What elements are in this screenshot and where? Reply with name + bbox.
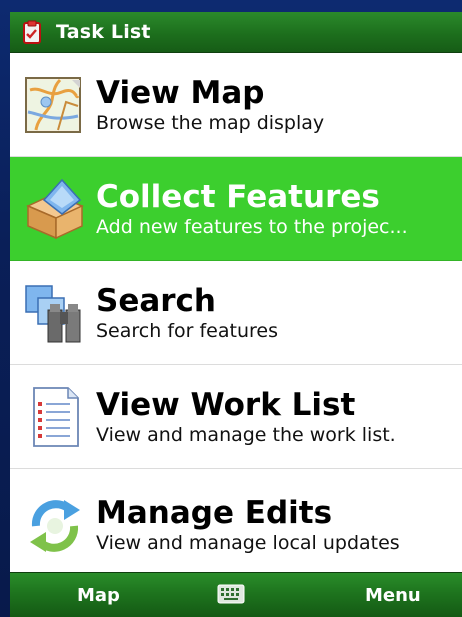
task-item-view-map[interactable]: View Map Browse the map display	[10, 53, 462, 157]
sync-arrows-icon	[30, 500, 80, 552]
task-text: View Work List View and manage the work …	[96, 387, 456, 447]
task-item-search[interactable]: Search Search for features	[10, 261, 462, 365]
task-item-collect-features[interactable]: Collect Features Add new features to the…	[10, 157, 462, 261]
task-item-view-work-list[interactable]: View Work List View and manage the work …	[10, 365, 462, 469]
box-icon	[26, 178, 84, 239]
device-frame: Task List View Map Browse the map displa…	[0, 0, 462, 617]
screen: Task List View Map Browse the map displa…	[10, 12, 462, 617]
task-item-manage-edits[interactable]: Manage Edits View and manage local updat…	[10, 469, 462, 582]
task-subtitle: Browse the map display	[96, 111, 325, 134]
task-subtitle: View and manage local updates	[96, 532, 400, 554]
clipboard-icon	[23, 20, 41, 44]
task-text: View Map Browse the map display	[96, 75, 456, 135]
task-text: Search Search for features	[96, 283, 456, 343]
task-list: View Map Browse the map display Collect …	[10, 53, 462, 582]
task-title: Collect Features	[96, 178, 380, 215]
document-list-icon	[33, 386, 79, 447]
task-subtitle: Add new features to the projec...	[96, 215, 408, 238]
menu-softkey[interactable]: Menu	[365, 585, 421, 606]
map-icon	[25, 76, 81, 133]
task-title: Search	[96, 282, 217, 319]
task-title: View Map	[96, 74, 265, 111]
map-softkey[interactable]: Map	[77, 585, 120, 606]
binoculars-icon	[25, 284, 81, 342]
task-subtitle: View and manage the work list.	[96, 423, 396, 446]
soft-key-bar: Map Menu	[10, 572, 462, 617]
task-title: View Work List	[96, 386, 356, 423]
keyboard-icon[interactable]	[217, 583, 245, 605]
page-title: Task List	[56, 21, 151, 43]
task-text: Collect Features Add new features to the…	[96, 179, 456, 239]
task-text: Manage Edits View and manage local updat…	[96, 495, 456, 555]
task-subtitle: Search for features	[96, 319, 278, 342]
title-bar: Task List	[10, 12, 462, 53]
task-title: Manage Edits	[96, 495, 333, 531]
